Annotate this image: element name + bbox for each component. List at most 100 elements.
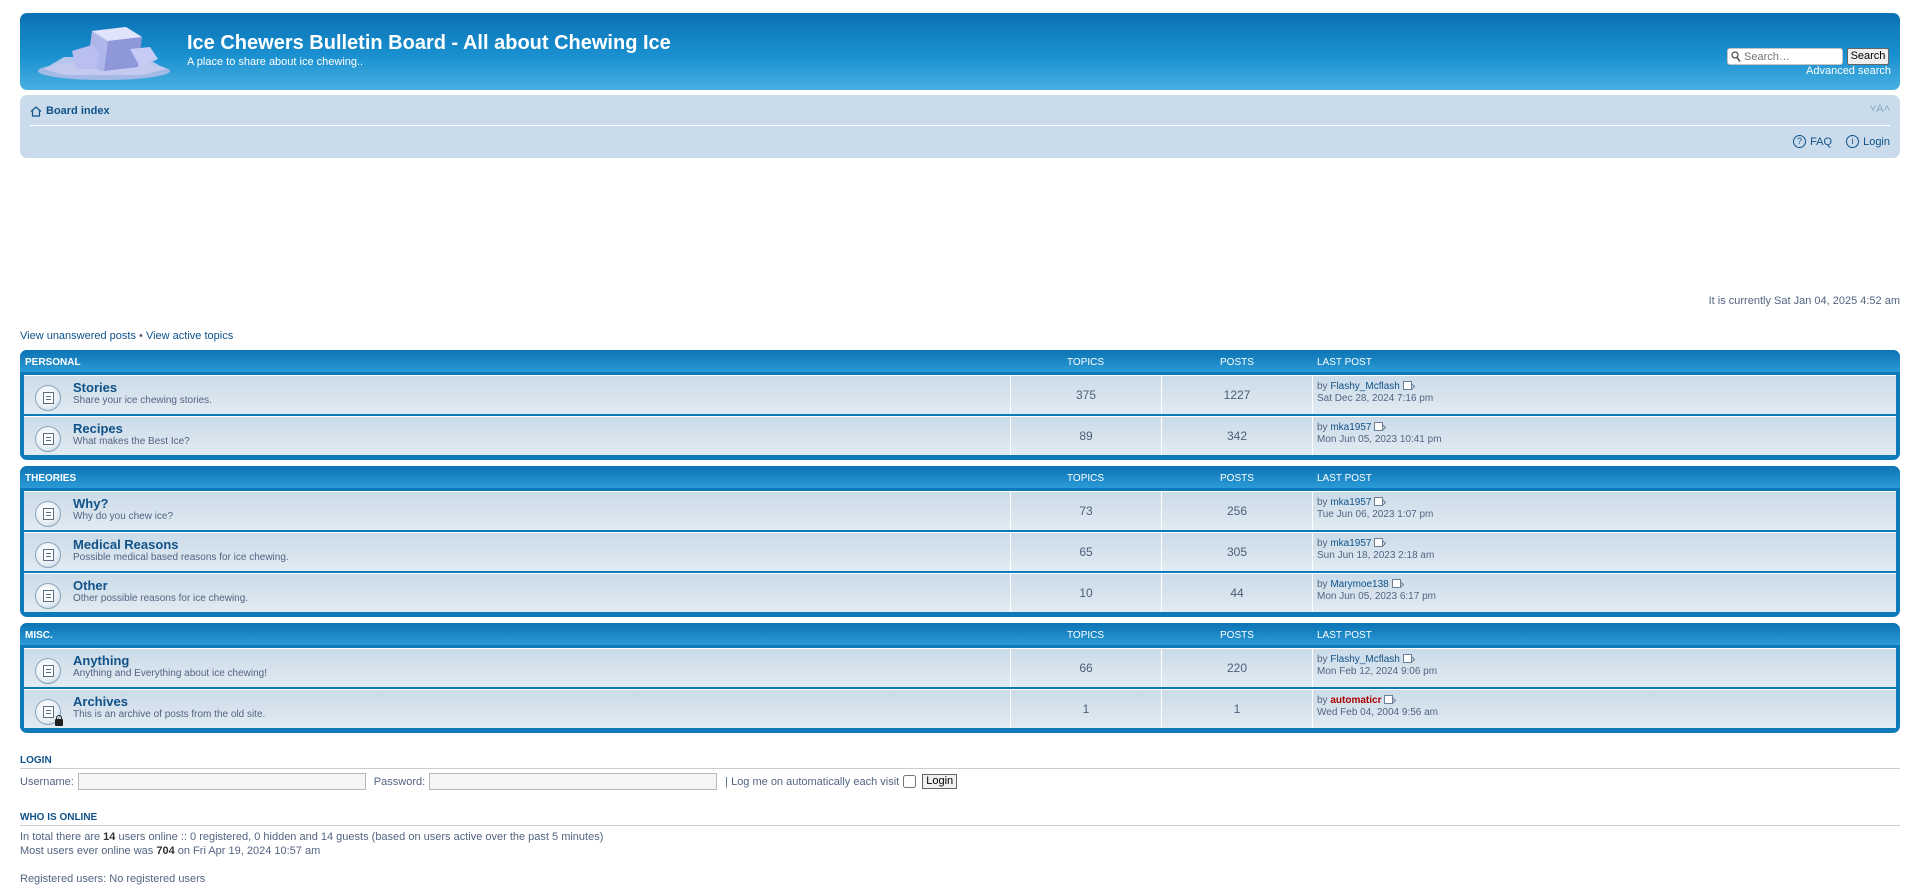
forum-title[interactable]: Why?: [73, 496, 108, 511]
category-title[interactable]: PERSONAL: [25, 357, 81, 368]
search-input[interactable]: [1744, 50, 1840, 63]
password-field[interactable]: [429, 773, 718, 790]
forum-topics-count: 73: [1079, 504, 1093, 518]
forum-posts-count: 220: [1226, 661, 1248, 675]
last-post-date: Mon Feb 12, 2024 9:06 pm: [1317, 666, 1438, 677]
forum-last-post: by Marymoe138 Mon Jun 05, 2023 6:17 pm: [1317, 579, 1436, 602]
posts-header: POSTS: [1220, 630, 1254, 641]
view-latest-post-icon[interactable]: [1402, 381, 1412, 390]
last-post-author[interactable]: automaticr: [1330, 695, 1381, 706]
remember-label: | Log me on automatically each visit: [725, 775, 900, 788]
who-is-online-title: WHO IS ONLINE: [20, 812, 98, 823]
category-title[interactable]: THEORIES: [25, 473, 76, 484]
login-button[interactable]: Login: [922, 774, 958, 789]
forum-topics-count: 65: [1079, 545, 1093, 559]
login-icon: i: [1846, 135, 1860, 148]
advanced-search-link[interactable]: Advanced search: [1806, 65, 1891, 77]
forum-last-post: by Flashy_Mcflash Sat Dec 28, 2024 7:16 …: [1317, 381, 1434, 404]
current-time: It is currently Sat Jan 04, 2025 4:52 am: [1708, 295, 1900, 307]
forum-last-post: by mka1957 Sun Jun 18, 2023 2:18 am: [1317, 538, 1435, 561]
forum-title[interactable]: Stories: [73, 380, 117, 395]
board-index-label: Board index: [46, 105, 110, 117]
last-post-date: Tue Jun 06, 2023 1:07 pm: [1317, 509, 1434, 520]
forum-last-post: by mka1957 Mon Jun 05, 2023 10:41 pm: [1317, 422, 1442, 445]
category-misc: MISC. TOPICS POSTS LAST POST Anything An…: [20, 623, 1900, 733]
forum-description: What makes the Best Ice?: [73, 436, 190, 447]
online-summary: In total there are 14 users online :: 0 …: [20, 831, 604, 843]
forum-posts-count: 44: [1230, 586, 1244, 600]
last-post-date: Mon Jun 05, 2023 6:17 pm: [1317, 591, 1436, 602]
forum-description: Why do you chew ice?: [73, 511, 174, 522]
last-post-author[interactable]: Flashy_Mcflash: [1330, 381, 1399, 392]
forum-title[interactable]: Recipes: [73, 421, 123, 436]
faq-link[interactable]: FAQ: [1810, 136, 1832, 148]
category-header: MISC. TOPICS POSTS LAST POST: [20, 623, 1900, 645]
last-post-author[interactable]: Flashy_Mcflash: [1330, 654, 1399, 665]
category-header: THEORIES TOPICS POSTS LAST POST: [20, 466, 1900, 488]
remember-checkbox[interactable]: [903, 775, 917, 788]
navbar: Board index ˅A˄ ? FAQ i Login: [20, 95, 1900, 158]
online-count: 14: [103, 831, 116, 843]
username-field[interactable]: [77, 773, 366, 790]
forum-read-icon: [35, 501, 61, 527]
forum-topics-count: 375: [1075, 388, 1097, 402]
nav-divider: [30, 125, 1890, 126]
last-post-author[interactable]: mka1957: [1330, 497, 1371, 508]
last-post-date: Sun Jun 18, 2023 2:18 am: [1317, 550, 1435, 561]
forum-description: Other possible reasons for ice chewing.: [73, 593, 249, 604]
forum-title[interactable]: Archives: [73, 694, 128, 709]
forum-last-post: by Flashy_Mcflash Mon Feb 12, 2024 9:06 …: [1317, 654, 1438, 677]
category-header: PERSONAL TOPICS POSTS LAST POST: [20, 350, 1900, 372]
login-form: Username: Password: | Log me on automati…: [20, 773, 958, 790]
search-button[interactable]: Search: [1847, 48, 1889, 65]
forum-title[interactable]: Medical Reasons: [73, 537, 179, 552]
active-topics-link[interactable]: View active topics: [146, 330, 233, 342]
board-index-link[interactable]: Board index: [30, 105, 110, 117]
forum-description: Share your ice chewing stories.: [73, 395, 212, 406]
category-title[interactable]: MISC.: [25, 630, 53, 641]
forum-posts-count: 305: [1226, 545, 1248, 559]
forum-last-post: by automaticr Wed Feb 04, 2004 9:56 am: [1317, 695, 1439, 718]
topics-header: TOPICS: [1067, 630, 1105, 641]
view-latest-post-icon[interactable]: [1374, 538, 1384, 547]
view-latest-post-icon[interactable]: [1402, 654, 1412, 663]
login-link[interactable]: Login: [1863, 136, 1890, 148]
forum-topics-count: 66: [1079, 661, 1093, 675]
login-divider: [20, 768, 1900, 769]
view-latest-post-icon[interactable]: [1391, 579, 1401, 588]
view-latest-post-icon[interactable]: [1374, 422, 1384, 431]
online-record-count: 704: [156, 845, 175, 857]
ice-cube-logo[interactable]: [34, 23, 174, 81]
view-latest-post-icon[interactable]: [1384, 695, 1394, 704]
forum-row: Other Other possible reasons for ice che…: [24, 573, 1896, 612]
online-divider: [20, 825, 1900, 826]
forum-row: Archives This is an archive of posts fro…: [24, 689, 1896, 728]
last-post-header: LAST POST: [1317, 630, 1372, 641]
forum-row: Recipes What makes the Best Ice? 89 342 …: [24, 416, 1896, 455]
posts-header: POSTS: [1220, 473, 1254, 484]
forum-read-icon: [35, 658, 61, 684]
forum-read-icon: [35, 385, 61, 411]
font-resize-control[interactable]: ˅A˄: [1870, 103, 1890, 115]
posts-header: POSTS: [1220, 357, 1254, 368]
forum-title[interactable]: Anything: [73, 653, 129, 668]
username-label: Username:: [20, 775, 74, 788]
forum-description: This is an archive of posts from the old…: [73, 709, 266, 720]
last-post-header: LAST POST: [1317, 357, 1372, 368]
last-post-author[interactable]: mka1957: [1330, 422, 1371, 433]
forum-row: Why? Why do you chew ice? 73 256 by mka1…: [24, 491, 1896, 530]
topics-header: TOPICS: [1067, 473, 1105, 484]
forum-last-post: by mka1957 Tue Jun 06, 2023 1:07 pm: [1317, 497, 1434, 520]
view-latest-post-icon[interactable]: [1374, 497, 1384, 506]
forum-description: Anything and Everything about ice chewin…: [73, 668, 268, 679]
last-post-author[interactable]: mka1957: [1330, 538, 1371, 549]
last-post-date: Mon Jun 05, 2023 10:41 pm: [1317, 434, 1442, 445]
site-title: Ice Chewers Bulletin Board - All about C…: [187, 32, 671, 54]
home-icon: [30, 105, 42, 117]
topics-header: TOPICS: [1067, 357, 1105, 368]
unanswered-posts-link[interactable]: View unanswered posts: [20, 330, 136, 342]
login-section-title: LOGIN: [20, 755, 52, 766]
forum-title[interactable]: Other: [73, 578, 108, 593]
password-label: Password:: [373, 775, 426, 788]
last-post-author[interactable]: Marymoe138: [1330, 579, 1388, 590]
